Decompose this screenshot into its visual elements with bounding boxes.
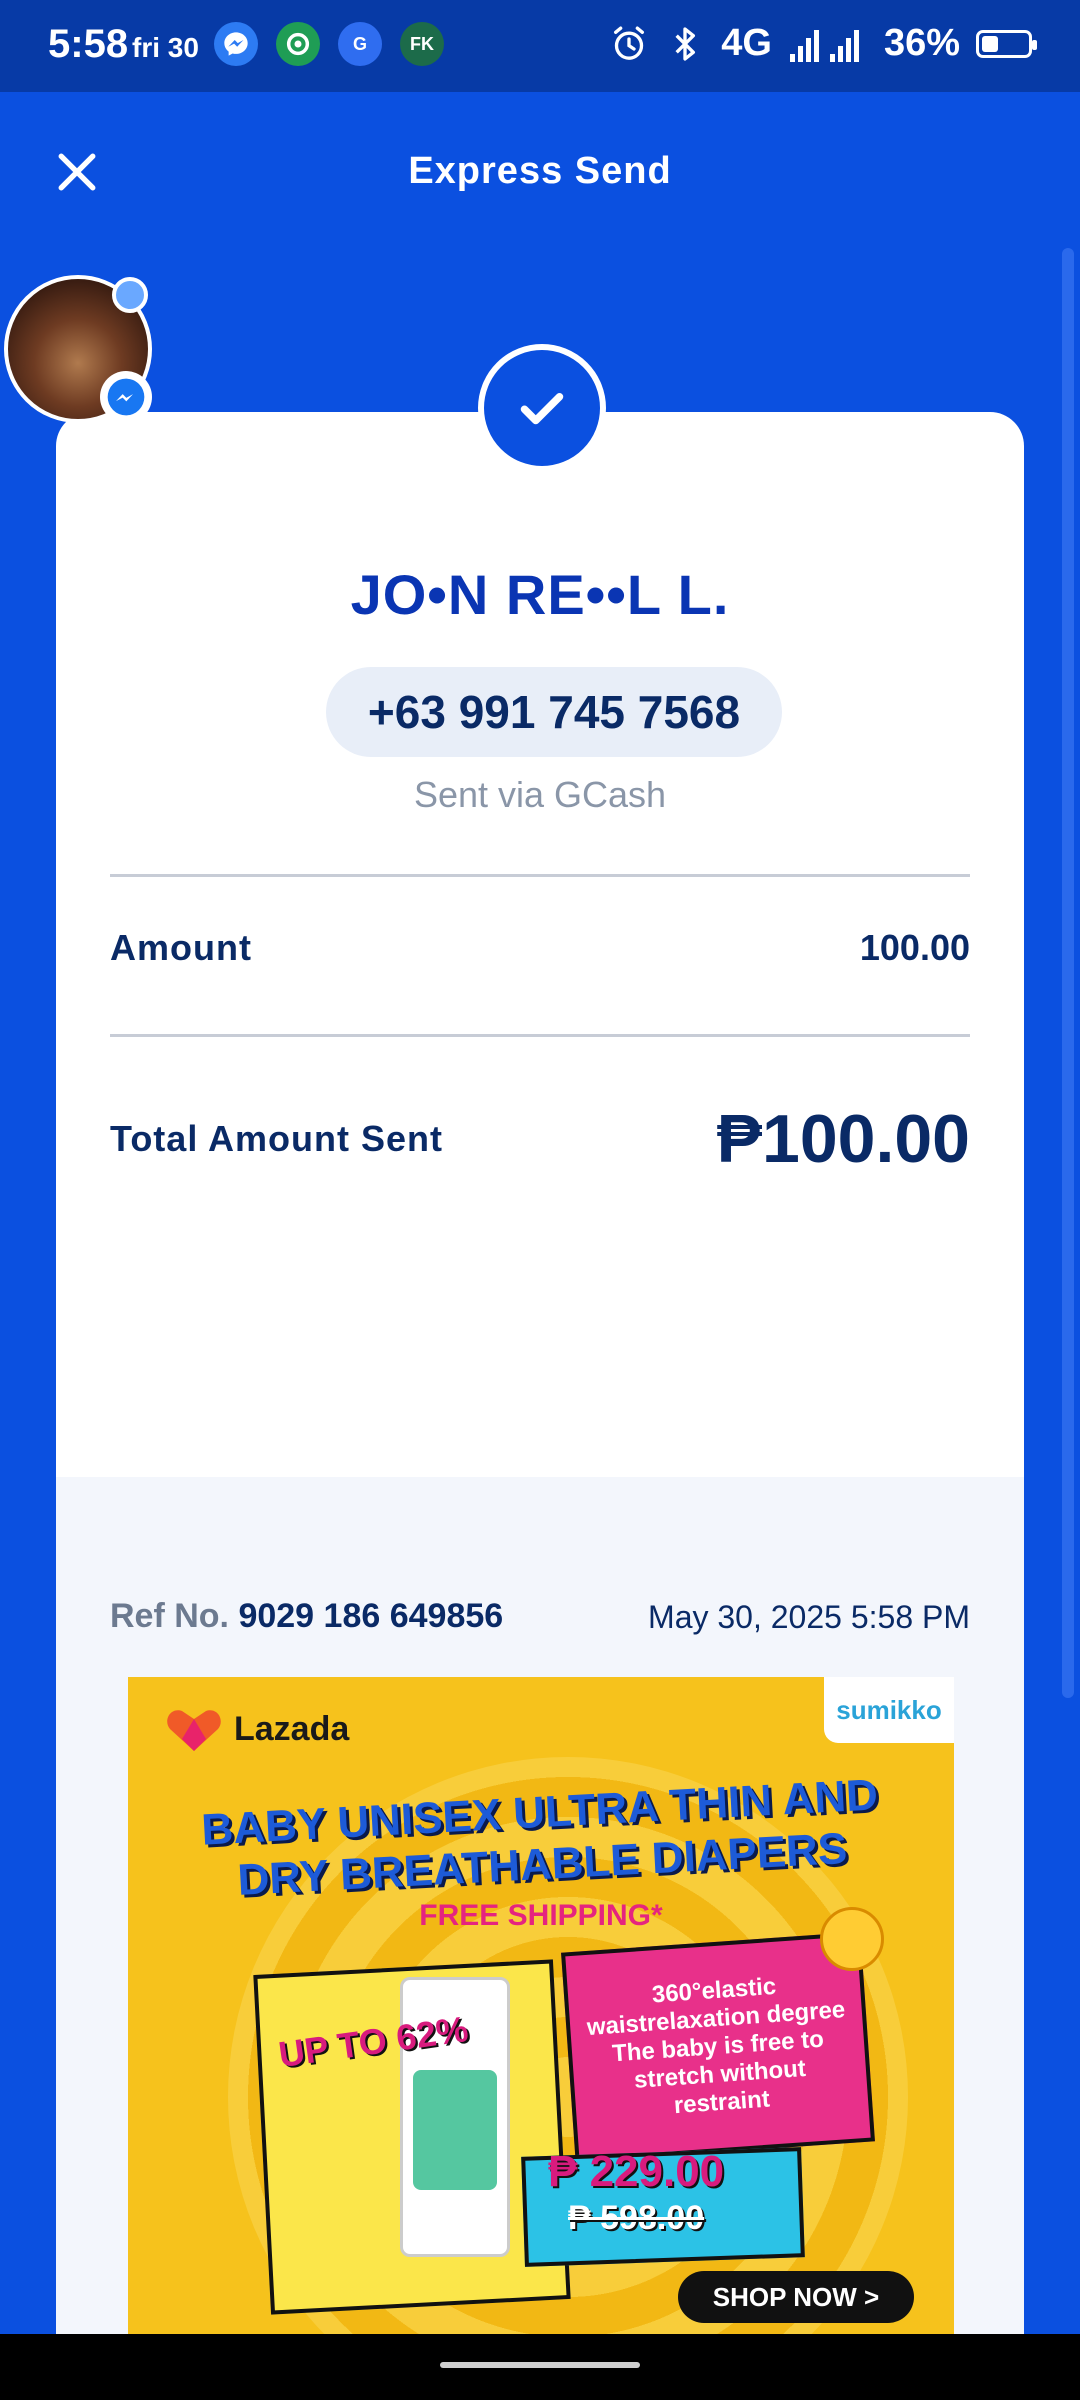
- status-bar: 5:58 fri 30 G FK 4G 36%: [0, 0, 1080, 92]
- alarm-icon: [614, 26, 645, 60]
- page-title: Express Send: [408, 150, 672, 192]
- reference-panel: Ref No. 9029 186 649856 May 30, 2025 5:5…: [56, 1477, 1024, 2400]
- divider: [110, 1034, 970, 1037]
- ad-price: ₱ 229.00: [548, 2147, 725, 2196]
- lazada-heart-icon: [167, 1710, 221, 1751]
- navigation-bar: [0, 2334, 1080, 2400]
- receipt-card: JO•N RE••L L. +63 991 745 7568 Sent via …: [56, 412, 1024, 2400]
- success-check-icon: [478, 344, 606, 472]
- reference-number: Ref No. 9029 186 649856: [110, 1597, 503, 1636]
- grab-icon: [276, 22, 320, 66]
- star-eyes-emoji-icon: [820, 1907, 884, 1971]
- fk-icon: FK: [400, 22, 444, 66]
- bluetooth-icon: [675, 26, 696, 61]
- status-day: fri 30: [132, 32, 199, 63]
- notification-icons: G FK: [214, 22, 444, 66]
- messenger-chat-head[interactable]: [4, 275, 152, 455]
- lazada-brand: Lazada: [234, 1709, 350, 1748]
- network-type: 4G: [721, 22, 772, 64]
- messenger-icon: [214, 22, 258, 66]
- divider: [110, 874, 970, 877]
- signal-icon: [789, 29, 859, 62]
- ad-old-price: ₱ 598.00: [568, 2199, 705, 2237]
- sent-via-label: Sent via GCash: [413, 774, 667, 815]
- ad-banner[interactable]: Lazada sumikko BABY UNISEX ULTRA THIN AN…: [128, 1677, 954, 2337]
- gcash-icon: G: [338, 22, 382, 66]
- battery-icon: [976, 29, 1037, 58]
- messenger-badge-icon: [100, 371, 152, 423]
- ad-feature: 360°elastic waistrelaxation degree The b…: [561, 1931, 875, 2163]
- lazada-logo: Lazada: [166, 1705, 349, 1753]
- status-time: 5:58: [48, 22, 129, 66]
- transaction-datetime: May 30, 2025 5:58 PM: [648, 1599, 970, 1635]
- shop-now-button[interactable]: SHOP NOW >: [678, 2271, 914, 2323]
- total-amount-label: Total Amount Sent: [110, 1118, 443, 1159]
- chat-head-dot: [112, 277, 148, 313]
- amount-value: 100.00: [859, 927, 970, 968]
- scrollbar[interactable]: [1062, 248, 1074, 1698]
- home-gesture-handle[interactable]: [440, 2362, 640, 2368]
- recipient-phone: +63 991 745 7568: [326, 667, 782, 757]
- recipient-name: JO•N RE••L L.: [350, 563, 730, 626]
- amount-label: Amount: [110, 927, 252, 968]
- system-status: 4G 36%: [609, 22, 1037, 65]
- sumikko-logo: sumikko: [824, 1677, 954, 1743]
- battery-percent: 36%: [883, 22, 960, 64]
- ref-value: 9029 186 649856: [238, 1597, 504, 1635]
- ref-label: Ref No.: [110, 1597, 229, 1635]
- total-amount-value: ₱100.00: [716, 1101, 970, 1177]
